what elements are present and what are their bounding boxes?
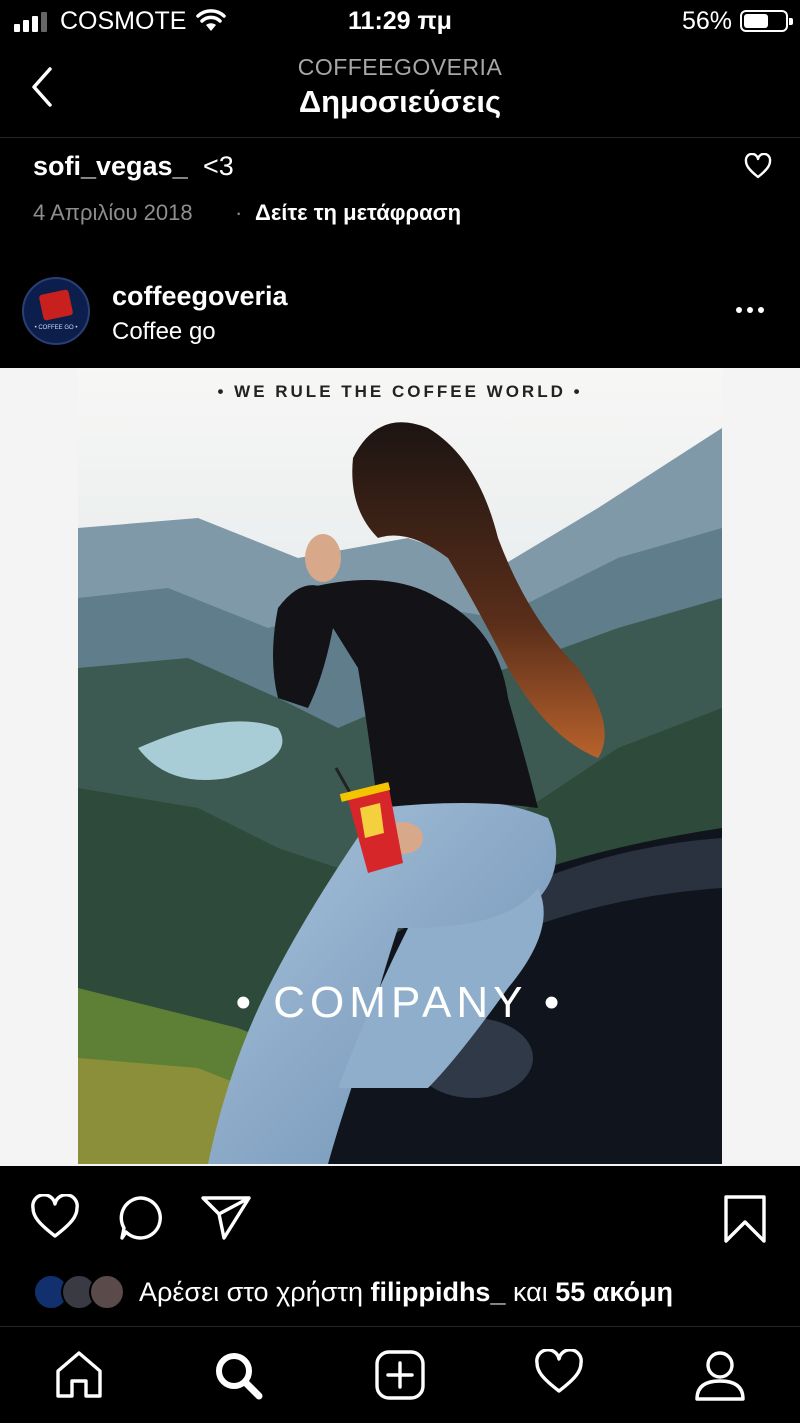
- comment-username[interactable]: sofi_vegas_: [33, 151, 188, 182]
- comment-separator: ·: [235, 200, 243, 225]
- comment-bubble-icon[interactable]: [116, 1194, 164, 1242]
- home-icon[interactable]: [54, 1349, 104, 1399]
- likes-text: Αρέσει στο χρήστη filippidhs_ και 55 ακό…: [139, 1277, 673, 1308]
- bookmark-icon[interactable]: [722, 1194, 768, 1244]
- post-photo-illustration: [78, 368, 722, 1164]
- post-action-bar: [0, 1168, 800, 1268]
- see-translation-link[interactable]: Δείτε τη μετάφραση: [255, 200, 461, 226]
- image-overlay-text: • COMPANY •: [235, 978, 565, 1027]
- post-header: • COFFEE GO • coffeegoveria Coffee go: [0, 268, 800, 368]
- likes-prefix: Αρέσει στο χρήστη: [139, 1277, 371, 1307]
- comment-date: 4 Απριλίου 2018: [33, 200, 193, 225]
- status-bar: COSMOTE 11:29 πμ 56%: [0, 0, 800, 44]
- profile-avatar[interactable]: • COFFEE GO •: [22, 277, 90, 345]
- paper-plane-icon[interactable]: [200, 1194, 252, 1242]
- comment-text: <3: [203, 151, 234, 181]
- search-icon[interactable]: [212, 1349, 264, 1401]
- liker-username[interactable]: filippidhs_: [370, 1277, 505, 1307]
- battery-icon: [740, 10, 793, 32]
- account-name: COFFEEGOVERIA: [297, 54, 503, 80]
- status-clock: 11:29 πμ: [348, 7, 452, 35]
- likes-middle: και: [505, 1277, 556, 1307]
- add-post-icon[interactable]: [374, 1349, 426, 1401]
- liker-avatars: [33, 1274, 128, 1310]
- likes-count[interactable]: 55 ακόμη: [555, 1277, 673, 1307]
- bottom-tab-bar: [0, 1326, 800, 1423]
- post-image-container: • WE RULE THE COFFEE WORLD • • COMPANY •: [0, 368, 800, 1166]
- page-title: Δημοσιεύσεις: [298, 84, 502, 119]
- profile-icon[interactable]: [694, 1349, 746, 1401]
- comment-like-heart-icon[interactable]: [744, 153, 772, 179]
- likes-summary[interactable]: Αρέσει στο χρήστη filippidhs_ και 55 ακό…: [0, 1270, 800, 1320]
- post-username[interactable]: coffeegoveria: [112, 281, 288, 312]
- like-heart-icon[interactable]: [30, 1194, 80, 1240]
- post-location[interactable]: Coffee go: [112, 318, 216, 346]
- post-image[interactable]: • WE RULE THE COFFEE WORLD • • COMPANY •: [78, 368, 722, 1164]
- top-comment: sofi_vegas_ <3 4 Απριλίου 2018 · Δείτε τ…: [0, 138, 800, 250]
- more-dots-icon[interactable]: [736, 307, 764, 313]
- image-tagline: • WE RULE THE COFFEE WORLD •: [217, 382, 583, 401]
- battery-percentage: 56%: [681, 7, 732, 35]
- activity-heart-icon[interactable]: [534, 1349, 584, 1395]
- nav-header: COFFEEGOVERIA Δημοσιεύσεις: [0, 44, 800, 138]
